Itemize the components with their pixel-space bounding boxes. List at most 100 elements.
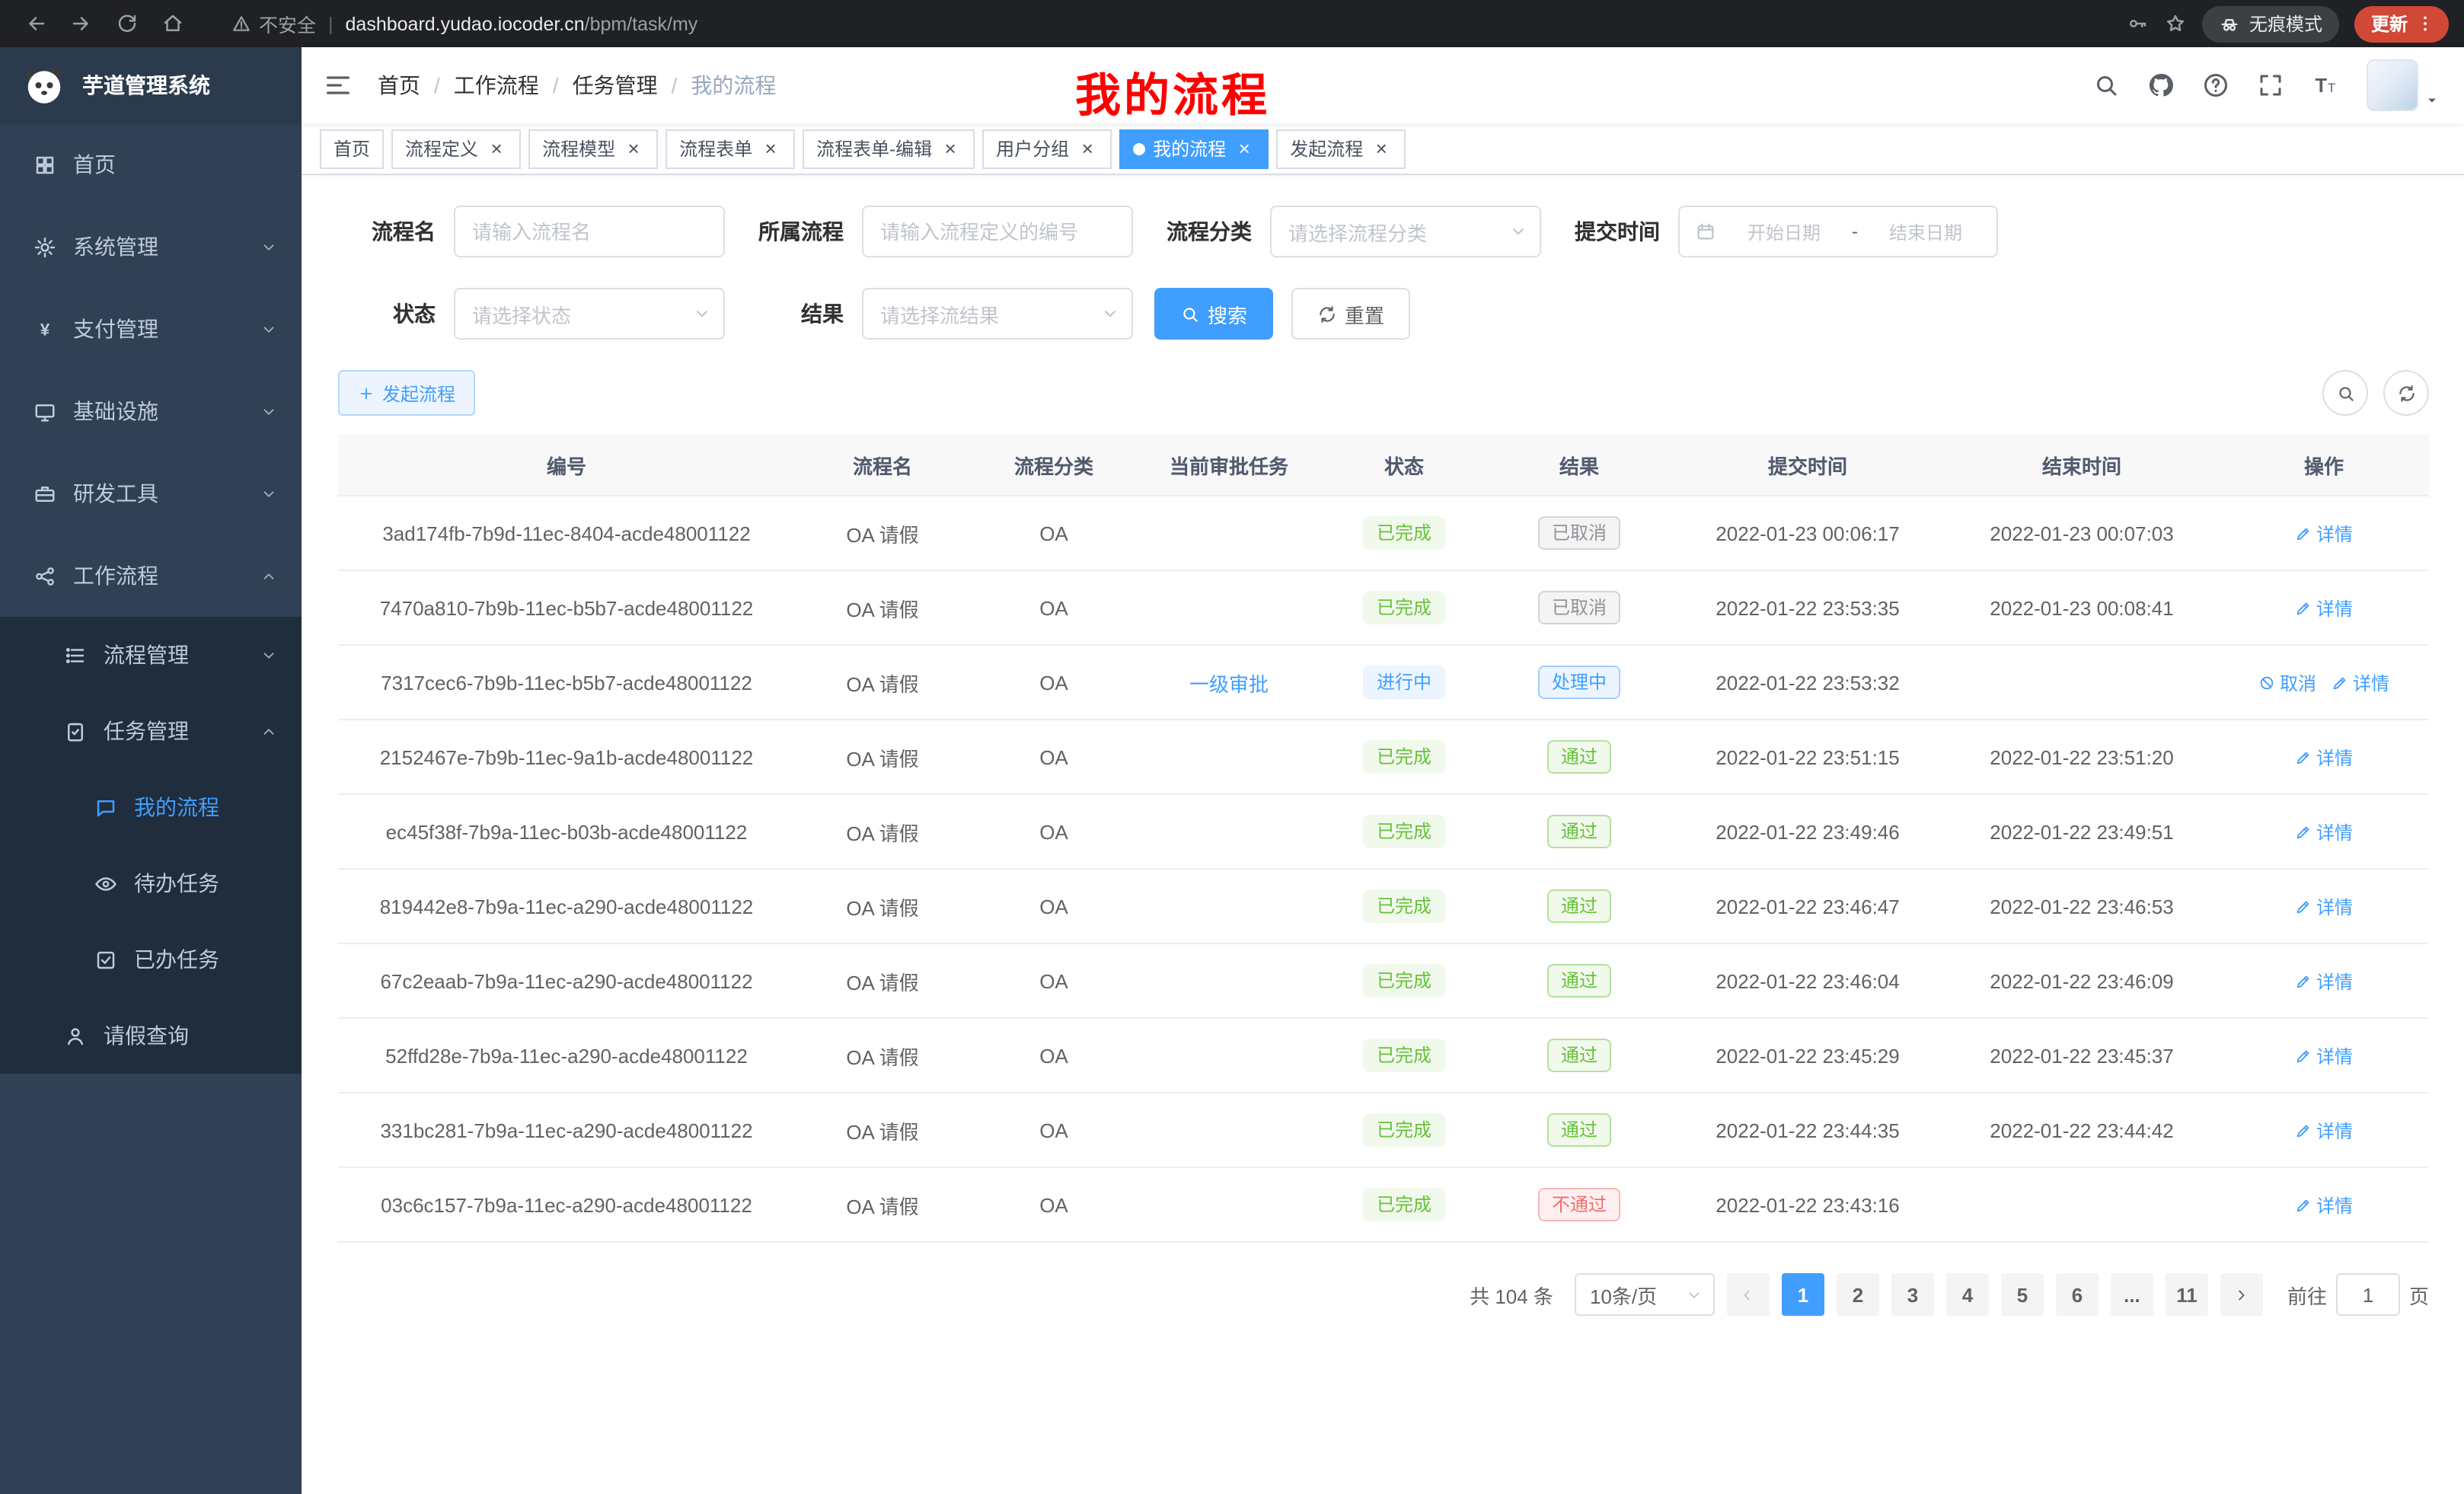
- table-header-cell: 当前审批任务: [1138, 450, 1320, 479]
- detail-link[interactable]: 详情: [2295, 893, 2353, 919]
- sidebar-toggle-icon[interactable]: [323, 70, 353, 101]
- next-page-button[interactable]: [2220, 1273, 2263, 1316]
- tag-tab-7[interactable]: 发起流程×: [1276, 129, 1406, 168]
- breadcrumb-item-home[interactable]: 首页: [378, 70, 420, 101]
- sidebar-item-workflow[interactable]: 工作流程: [0, 535, 302, 617]
- detail-link[interactable]: 详情: [2295, 1192, 2353, 1218]
- tag-tab-0[interactable]: 首页: [320, 129, 384, 168]
- status-badge: 已完成: [1363, 516, 1445, 550]
- close-icon[interactable]: ×: [940, 138, 961, 159]
- sidebar-item-infra[interactable]: 基础设施: [0, 370, 302, 452]
- app-logo-row[interactable]: 芋道管理系统: [0, 47, 302, 123]
- github-icon[interactable]: [2147, 72, 2175, 99]
- close-icon[interactable]: ×: [760, 138, 781, 159]
- table-header-cell: 编号: [338, 450, 795, 479]
- search-icon[interactable]: [2092, 72, 2120, 99]
- tag-tab-2[interactable]: 流程模型×: [528, 129, 658, 168]
- sidebar-item-my-process[interactable]: 我的流程: [0, 769, 302, 845]
- avatar[interactable]: [2367, 59, 2418, 111]
- cell-category: OA: [970, 646, 1138, 719]
- back-button[interactable]: [15, 4, 55, 43]
- page-button-3[interactable]: 3: [1891, 1273, 1934, 1316]
- cell-end-time: 2022-01-22 23:49:51: [1945, 795, 2219, 868]
- close-icon[interactable]: ×: [623, 138, 644, 159]
- page-button-2[interactable]: 2: [1837, 1273, 1879, 1316]
- cell-status: 已完成: [1320, 1093, 1488, 1167]
- page-button-6[interactable]: 6: [2056, 1273, 2099, 1316]
- fullscreen-icon[interactable]: [2257, 72, 2284, 99]
- browser-menu-icon[interactable]: [2415, 14, 2435, 34]
- detail-link[interactable]: 详情: [2295, 1042, 2353, 1068]
- result-badge: 不通过: [1538, 1188, 1620, 1221]
- cell-id: 819442e8-7b9a-11ec-a290-acde48001122: [338, 870, 795, 943]
- detail-link[interactable]: 详情: [2295, 520, 2353, 546]
- bookmark-star-icon[interactable]: [2164, 12, 2187, 35]
- cancel-link[interactable]: 取消: [2258, 669, 2316, 695]
- page-size-select[interactable]: 10条/页: [1575, 1273, 1715, 1316]
- result-select[interactable]: 请选择流结果: [862, 288, 1133, 340]
- search-button[interactable]: 搜索: [1154, 288, 1273, 340]
- close-icon[interactable]: ×: [1371, 138, 1392, 159]
- create-process-button[interactable]: 发起流程: [338, 370, 475, 416]
- result-badge: 已取消: [1538, 516, 1620, 550]
- category-select[interactable]: 请选择流程分类: [1270, 206, 1541, 257]
- page-button-1[interactable]: 1: [1782, 1273, 1824, 1316]
- process-def-input[interactable]: [862, 206, 1133, 257]
- close-icon[interactable]: ×: [486, 138, 507, 159]
- cell-current-task: [1138, 1168, 1320, 1241]
- breadcrumb-item-task-mgmt[interactable]: 任务管理: [573, 70, 658, 101]
- sidebar-item-done-tasks[interactable]: 已办任务: [0, 921, 302, 998]
- cell-id: 7470a810-7b9b-11ec-b5b7-acde48001122: [338, 571, 795, 644]
- incognito-badge[interactable]: 无痕模式: [2202, 5, 2339, 42]
- process-name-input[interactable]: [454, 206, 725, 257]
- sidebar-item-devtools[interactable]: 研发工具: [0, 452, 302, 535]
- detail-link[interactable]: 详情: [2295, 744, 2353, 770]
- submit-time-range-picker[interactable]: 开始日期 - 结束日期: [1678, 206, 1998, 257]
- home-button[interactable]: [152, 4, 192, 43]
- page-button-4[interactable]: 4: [1946, 1273, 1989, 1316]
- more-pages-button[interactable]: ...: [2111, 1273, 2153, 1316]
- detail-link[interactable]: 详情: [2295, 595, 2353, 621]
- user-menu[interactable]: [2367, 59, 2440, 111]
- cell-process-name: OA 请假: [795, 795, 970, 868]
- current-task-link[interactable]: 一级审批: [1189, 668, 1269, 697]
- detail-link[interactable]: 详情: [2332, 669, 2389, 695]
- tag-tab-3[interactable]: 流程表单×: [665, 129, 795, 168]
- prev-page-button[interactable]: [1727, 1273, 1770, 1316]
- close-icon[interactable]: ×: [1077, 138, 1098, 159]
- edit-icon: [2295, 972, 2312, 989]
- sidebar-item-task-mgmt[interactable]: 任务管理: [0, 693, 302, 769]
- address-bar[interactable]: 不安全 | dashboard.yudao.iocoder.cn/bpm/tas…: [219, 9, 2105, 38]
- cell-current-task: [1138, 870, 1320, 943]
- reload-button[interactable]: [107, 4, 146, 43]
- update-button[interactable]: 更新: [2354, 5, 2449, 42]
- reset-button[interactable]: 重置: [1291, 288, 1410, 340]
- detail-link[interactable]: 详情: [2295, 819, 2353, 844]
- breadcrumb-item-workflow[interactable]: 工作流程: [454, 70, 539, 101]
- tag-tab-6[interactable]: 我的流程×: [1119, 129, 1269, 168]
- sidebar-item-system[interactable]: 系统管理: [0, 206, 302, 288]
- cell-end-time: 2022-01-22 23:46:09: [1945, 944, 2219, 1017]
- help-icon[interactable]: [2202, 72, 2229, 99]
- sidebar-item-payment[interactable]: ¥ 支付管理: [0, 288, 302, 370]
- detail-link[interactable]: 详情: [2295, 1117, 2353, 1143]
- sidebar-item-process-mgmt[interactable]: 流程管理: [0, 617, 302, 693]
- sidebar-item-home[interactable]: 首页: [0, 123, 302, 206]
- close-icon[interactable]: ×: [1234, 138, 1255, 159]
- password-key-icon[interactable]: [2126, 12, 2149, 35]
- tag-tab-5[interactable]: 用户分组×: [982, 129, 1112, 168]
- page-button-11[interactable]: 11: [2166, 1273, 2208, 1316]
- page-button-5[interactable]: 5: [2001, 1273, 2044, 1316]
- status-badge: 已完成: [1363, 591, 1445, 624]
- tag-tab-4[interactable]: 流程表单-编辑×: [803, 129, 975, 168]
- sidebar-item-todo-tasks[interactable]: 待办任务: [0, 845, 302, 921]
- tag-tab-1[interactable]: 流程定义×: [391, 129, 521, 168]
- refresh-table-button[interactable]: [2383, 370, 2429, 416]
- forward-button[interactable]: [61, 4, 101, 43]
- status-select[interactable]: 请选择状态: [454, 288, 725, 340]
- goto-page-input[interactable]: [2336, 1273, 2400, 1316]
- detail-link[interactable]: 详情: [2295, 968, 2353, 994]
- font-size-icon[interactable]: TT: [2312, 72, 2339, 99]
- sidebar-item-leave-query[interactable]: 请假查询: [0, 998, 302, 1074]
- show-search-button[interactable]: [2322, 370, 2368, 416]
